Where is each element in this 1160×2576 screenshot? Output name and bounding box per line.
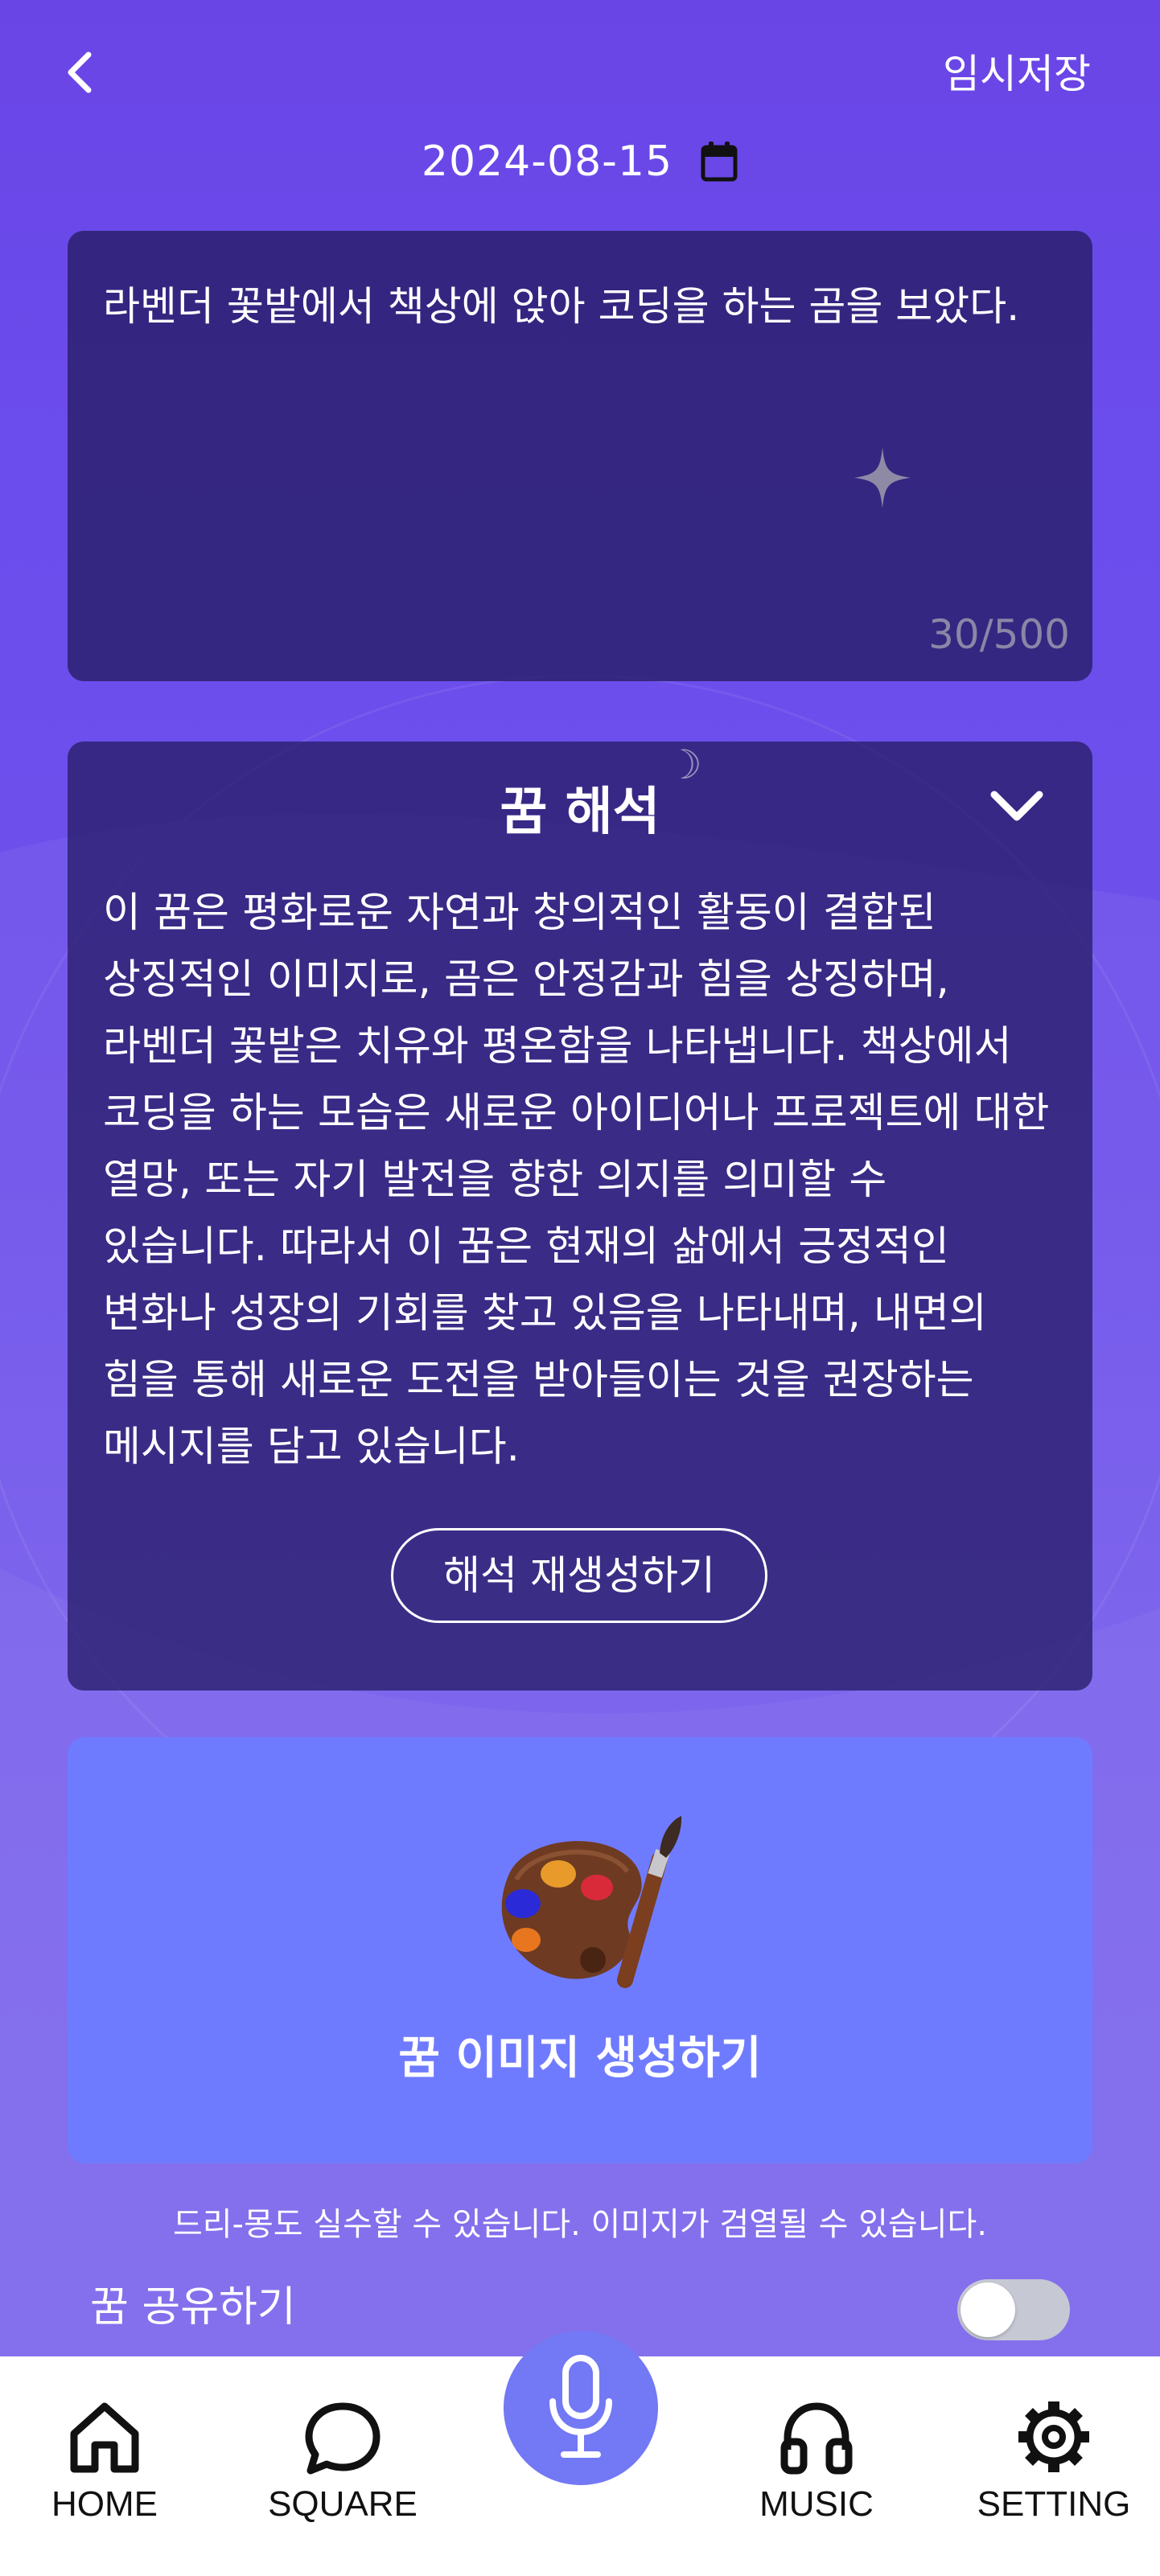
nav-square[interactable]: SQUARE	[254, 2397, 431, 2527]
headphones-icon	[780, 2402, 853, 2475]
character-count: 30/500	[928, 611, 1070, 658]
gear-icon	[1018, 2401, 1089, 2472]
record-mic-button[interactable]	[504, 2331, 658, 2485]
interpretation-card: 꿈 해석 이 꿈은 평화로운 자연과 창의적인 활동이 결합된 상징적인 이미지…	[68, 742, 1092, 1691]
dream-text[interactable]: 라벤더 꽃밭에서 책상에 앉아 코딩을 하는 곰을 보았다.	[103, 273, 1057, 340]
share-dream-label: 꿈 공유하기	[90, 2283, 296, 2332]
date-selector[interactable]: 2024-08-15	[0, 135, 1160, 188]
regenerate-interpretation-button[interactable]: 해석 재생성하기	[391, 1528, 767, 1623]
toggle-knob	[960, 2282, 1015, 2337]
share-toggle[interactable]	[957, 2279, 1070, 2340]
disclaimer-text: 드리-몽도 실수할 수 있습니다. 이미지가 검열될 수 있습니다.	[172, 2206, 988, 2243]
nav-music[interactable]: MUSIC	[728, 2397, 905, 2527]
nav-home[interactable]: HOME	[16, 2397, 193, 2527]
chat-bubble-icon	[305, 2402, 380, 2475]
microphone-icon	[549, 2355, 612, 2458]
dream-text-area[interactable]: 라벤더 꽃밭에서 책상에 앉아 코딩을 하는 곰을 보았다. 30/500	[68, 231, 1092, 681]
home-icon	[70, 2402, 139, 2473]
back-chevron-icon[interactable]	[61, 48, 100, 97]
nav-square-label: SQUARE	[268, 2484, 418, 2524]
save-draft-button[interactable]: 임시저장	[943, 50, 1091, 98]
moon-icon: ☽	[666, 742, 702, 788]
nav-setting[interactable]: SETTING	[965, 2397, 1142, 2527]
nav-setting-label: SETTING	[977, 2484, 1131, 2524]
interpretation-title: 꿈 해석	[500, 783, 660, 842]
palette-icon	[501, 1816, 682, 1988]
sparkle-icon	[854, 447, 911, 508]
generate-image-label: 꿈 이미지 생성하기	[398, 2032, 762, 2085]
generate-dream-image-button[interactable]: 꿈 이미지 생성하기	[68, 1737, 1092, 2163]
nav-home-label: HOME	[51, 2484, 158, 2524]
nav-music-label: MUSIC	[759, 2484, 874, 2524]
interpretation-text: 이 꿈은 평화로운 자연과 창의적인 활동이 결합된 상징적인 이미지로, 곰은…	[103, 889, 1050, 1471]
chevron-down-icon[interactable]	[988, 787, 1046, 825]
date-text: 2024-08-15	[421, 138, 673, 186]
calendar-icon[interactable]	[700, 141, 738, 183]
